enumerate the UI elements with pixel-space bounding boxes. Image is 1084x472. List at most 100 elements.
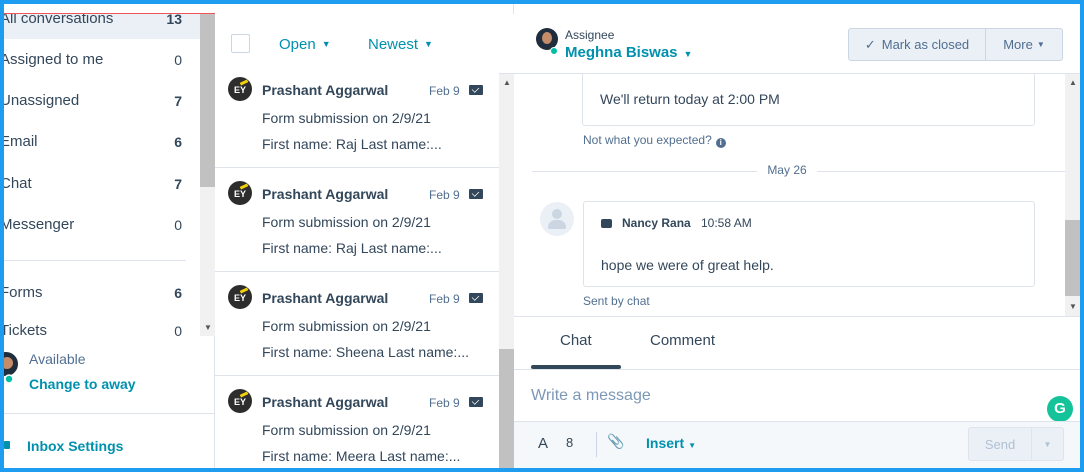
info-icon[interactable]: i [715, 138, 726, 148]
chevron-down-icon: ▼ [321, 39, 331, 49]
assignee-label: Assignee [565, 28, 615, 42]
attachment-icon[interactable]: 📎 [607, 433, 624, 450]
scroll-down-arrow-icon[interactable]: ▼ [1069, 302, 1077, 311]
conversation-list: Open ▼ Newest ▼ EY Prashant Aggarwal Feb 9… [215, 4, 514, 468]
sidebar-item-count: 0 [174, 51, 182, 68]
assignee-name: Meghna Biswas [565, 44, 678, 61]
toolbar-divider [596, 432, 597, 457]
text-format-icon[interactable]: A [538, 435, 548, 452]
conversation-preview: First name: Sheena Last name:... [262, 344, 469, 360]
checkmark-icon: ✓ [864, 36, 876, 52]
sidebar-item-tickets[interactable]: Tickets 0 [4, 315, 200, 339]
sidebar-scrollbar[interactable] [200, 4, 215, 336]
availability-status: Available [29, 351, 86, 367]
tab-comment[interactable]: Comment [650, 332, 715, 349]
sidebar-item-label: Tickets [4, 322, 47, 339]
conversation-row[interactable]: EY Prashant Aggarwal Feb 9 Form submissi… [215, 168, 499, 272]
inbox-sidebar: All conversations 13 Assigned to me 0 Un… [4, 4, 215, 468]
sidebar-item-email[interactable]: Email 6 [4, 121, 200, 162]
message-composer: Chat Comment G A 8 📎 Insert▼ Send ▼ [514, 316, 1080, 468]
thread-actions: ✓ Mark as closed More ▼ [848, 28, 1063, 61]
message-thread: We'll return today at 2:00 PM Not what y… [514, 74, 1080, 316]
inbox-settings-link[interactable]: Inbox Settings [27, 438, 123, 454]
sidebar-item-label: Chat [4, 175, 32, 192]
message-body: hope we were of great help. [601, 257, 774, 273]
sidebar-item-label: Forms [4, 284, 43, 301]
sidebar-scrollbar-thumb[interactable] [200, 4, 215, 187]
sort-label: Newest [368, 36, 419, 53]
change-to-away-link[interactable]: Change to away [29, 376, 136, 392]
send-button[interactable]: Send [969, 428, 1032, 460]
message-channel: Sent by chat [583, 294, 650, 308]
email-icon [469, 293, 483, 303]
thread-pane: Assignee Meghna Biswas ▼ ✓ Mark as closed … [514, 4, 1080, 468]
chat-bubble-icon [601, 219, 612, 228]
conversation-preview: First name: Raj Last name:... [262, 136, 442, 152]
assignee-dropdown[interactable]: Meghna Biswas ▼ [565, 44, 692, 61]
scroll-up-arrow-icon[interactable]: ▲ [503, 78, 511, 87]
conversation-row[interactable]: EY Prashant Aggarwal Feb 9 Form submissi… [215, 376, 499, 468]
select-all-checkbox[interactable] [231, 34, 250, 53]
chevron-down-icon: ▼ [424, 39, 433, 49]
more-button[interactable]: More ▼ [986, 29, 1062, 60]
message-input[interactable] [531, 381, 1051, 411]
send-actions: Send ▼ [968, 427, 1064, 461]
company-avatar-icon: EY [228, 77, 252, 101]
sidebar-item-unassigned[interactable]: Unassigned 7 [4, 80, 200, 121]
sidebar-item-chat[interactable]: Chat 7 [4, 163, 200, 204]
insert-label: Insert [646, 435, 685, 451]
online-status-icon [550, 47, 558, 55]
conversation-subject: Form submission on 2/9/21 [262, 422, 431, 438]
mark-as-closed-button[interactable]: ✓ Mark as closed [849, 29, 986, 60]
settings-icon [4, 441, 10, 449]
contact-name: Prashant Aggarwal [262, 290, 389, 306]
send-options-chevron-icon[interactable]: ▼ [1032, 428, 1063, 460]
sidebar-item-count: 0 [174, 216, 182, 233]
insert-dropdown[interactable]: Insert ▼ [646, 435, 696, 451]
email-icon [469, 85, 483, 95]
chevron-down-icon: ▼ [683, 49, 693, 59]
feedback-prompt: Not what you expected? i [583, 133, 726, 148]
thread-scrollbar[interactable] [1065, 74, 1080, 316]
status-filter-dropdown[interactable]: Open ▼ [279, 36, 331, 53]
contact-name: Prashant Aggarwal [262, 82, 389, 98]
tab-chat[interactable]: Chat [560, 332, 592, 349]
chevron-down-icon: ▼ [1036, 40, 1045, 49]
sort-dropdown[interactable]: Newest ▼ [368, 36, 433, 53]
composer-toolbar: A 8 📎 Insert ▼ Send ▼ [514, 421, 1080, 468]
list-scrollbar[interactable] [499, 74, 514, 468]
contact-name: Prashant Aggarwal [262, 186, 389, 202]
chevron-down-icon: ▼ [688, 441, 697, 450]
message-bubble: Nancy Rana 10:58 AM hope we were of grea… [583, 201, 1035, 287]
grammarly-icon[interactable]: G [1047, 396, 1073, 422]
date-separator: May 26 [757, 163, 817, 177]
mark-as-closed-label: Mark as closed [881, 37, 970, 52]
conversation-row[interactable]: EY Prashant Aggarwal Feb 9 Form submissi… [215, 272, 499, 376]
conversation-subject: Form submission on 2/9/21 [262, 318, 431, 334]
sidebar-item-count: 6 [174, 133, 182, 150]
sidebar-item-messenger[interactable]: Messenger 0 [4, 204, 200, 245]
conversation-date: Feb 9 [429, 292, 460, 306]
email-icon [469, 189, 483, 199]
scroll-up-arrow-icon[interactable]: ▲ [1069, 78, 1077, 87]
sidebar-item-label: Assigned to me [4, 51, 104, 68]
company-avatar-icon: EY [228, 285, 252, 309]
sidebar-item-count: 7 [174, 92, 182, 109]
list-scrollbar-thumb[interactable] [499, 349, 514, 468]
scroll-down-arrow-icon[interactable]: ▼ [204, 323, 212, 332]
auto-reply-bubble: We'll return today at 2:00 PM [582, 74, 1035, 126]
status-filter-label: Open [279, 36, 316, 53]
conversation-preview: First name: Raj Last name:... [262, 240, 442, 256]
snippets-icon[interactable]: 8 [566, 435, 573, 450]
email-icon [469, 397, 483, 407]
sidebar-item-forms[interactable]: Forms 6 [4, 272, 200, 313]
auto-reply-text: We'll return today at 2:00 PM [600, 91, 780, 107]
more-label: More [1003, 37, 1033, 52]
conversation-row[interactable]: EY Prashant Aggarwal Feb 9 Form submissi… [215, 64, 499, 168]
conversation-preview: First name: Meera Last name:... [262, 448, 461, 464]
message-timestamp: 10:58 AM [701, 216, 752, 230]
sidebar-item-assigned-to-me[interactable]: Assigned to me 0 [4, 39, 200, 80]
thread-scrollbar-thumb[interactable] [1065, 220, 1080, 296]
sidebar-item-label: Email [4, 133, 38, 150]
sidebar-item-count: 0 [174, 323, 182, 339]
